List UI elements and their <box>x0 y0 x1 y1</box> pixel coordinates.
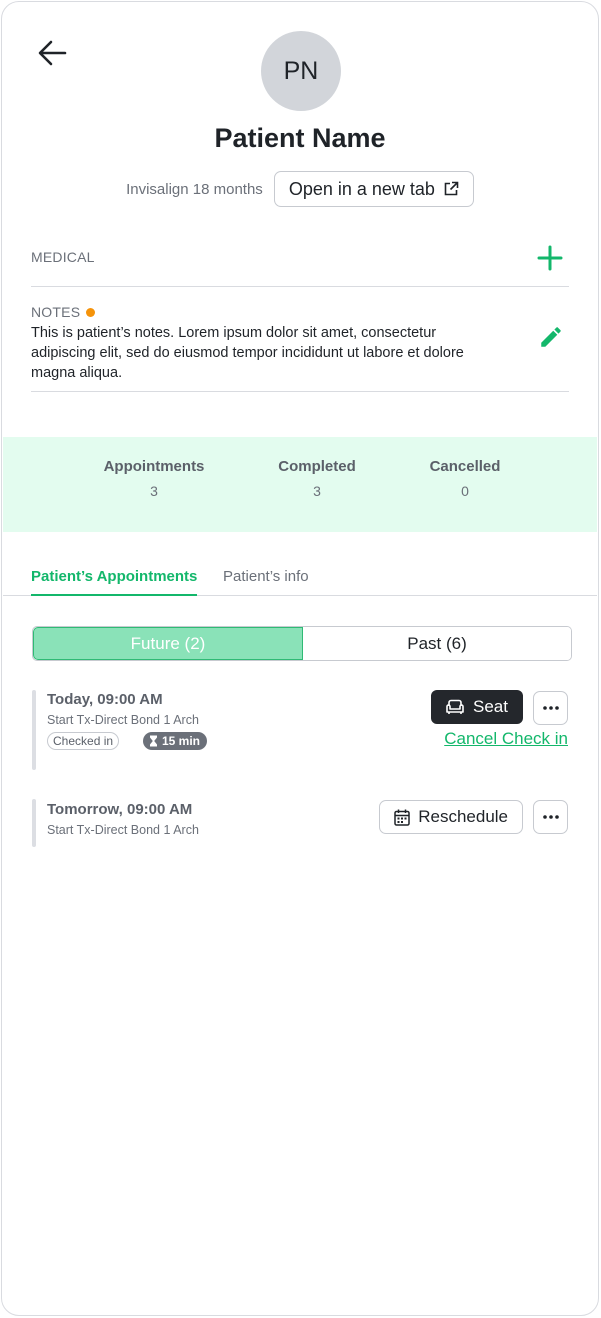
patient-panel: PN Patient Name Invisalign 18 months Ope… <box>1 1 599 1316</box>
appointment-item: Today, 09:00 AM Start Tx-Direct Bond 1 A… <box>32 690 568 770</box>
seat-button[interactable]: Seat <box>431 690 523 724</box>
stat-cancelled: Cancelled 0 <box>419 458 511 499</box>
appointments-filter: Future (2) Past (6) <box>32 626 572 661</box>
timer-badge: 15 min <box>143 732 208 750</box>
appointment-time: Today, 09:00 AM <box>47 691 163 708</box>
stat-appointments: Appointments 3 <box>98 458 210 499</box>
more-options-button[interactable] <box>533 691 568 725</box>
tab-bar: Patient’s Appointments Patient’s info <box>3 560 597 596</box>
plus-icon <box>537 245 563 271</box>
stat-label: Completed <box>278 458 356 475</box>
patient-name: Patient Name <box>214 123 386 153</box>
avatar: PN <box>261 31 341 111</box>
hourglass-icon <box>150 735 157 747</box>
ellipsis-icon <box>542 706 559 710</box>
tab-patients-appointments[interactable]: Patient’s Appointments <box>31 568 198 596</box>
stat-label: Cancelled <box>429 458 501 475</box>
calendar-icon <box>394 809 410 826</box>
stats-panel: Appointments 3 Completed 3 Cancelled 0 <box>3 437 597 532</box>
status-badge: Checked in <box>47 732 120 750</box>
notes-header: NOTES <box>31 304 569 320</box>
reschedule-label: Reschedule <box>418 807 508 826</box>
stat-value: 3 <box>313 483 321 499</box>
appointment-bar <box>32 690 36 770</box>
external-link-icon <box>444 181 459 196</box>
seat-label: Seat <box>473 697 508 716</box>
open-new-tab-label: Open in a new tab <box>288 178 435 199</box>
appointment-description: Start Tx-Direct Bond 1 Arch <box>47 713 199 727</box>
back-button[interactable] <box>35 38 69 68</box>
treatment-plan: Invisalign 18 months <box>126 180 263 198</box>
stat-completed: Completed 3 <box>269 458 365 499</box>
reschedule-button[interactable]: Reschedule <box>379 800 523 834</box>
arrow-left-icon <box>38 40 67 66</box>
notes-section: NOTES This is patient’s notes. Lorem ips… <box>31 304 569 392</box>
appointment-item: Tomorrow, 09:00 AM Start Tx-Direct Bond … <box>32 799 568 847</box>
add-medical-button[interactable] <box>536 244 564 272</box>
open-new-tab-button[interactable]: Open in a new tab <box>273 171 474 207</box>
edit-notes-button[interactable] <box>538 324 564 350</box>
cancel-check-in-link[interactable]: Cancel Check in <box>444 729 568 749</box>
medical-section: MEDICAL <box>31 234 569 287</box>
future-segment[interactable]: Future (2) <box>33 627 303 660</box>
ellipsis-icon <box>542 815 559 819</box>
medical-label: MEDICAL <box>31 249 95 265</box>
appointment-description: Start Tx-Direct Bond 1 Arch <box>47 823 199 837</box>
stat-label: Appointments <box>103 458 205 475</box>
notes-label: NOTES <box>31 304 81 320</box>
armchair-icon <box>446 699 464 714</box>
unread-indicator <box>86 307 96 317</box>
appointment-time: Tomorrow, 09:00 AM <box>47 801 193 818</box>
appointment-bar <box>32 799 36 847</box>
stat-value: 3 <box>150 483 158 499</box>
stat-value: 0 <box>461 483 469 499</box>
more-options-button[interactable] <box>533 800 568 834</box>
timer-text: 15 min <box>162 734 201 748</box>
plan-row: Invisalign 18 months Open in a new tab <box>2 171 598 207</box>
past-segment[interactable]: Past (6) <box>303 627 571 660</box>
notes-text: This is patient’s notes. Lorem ipsum dol… <box>31 325 464 381</box>
pencil-icon <box>541 327 561 347</box>
tab-patients-info[interactable]: Patient’s info <box>223 568 309 596</box>
